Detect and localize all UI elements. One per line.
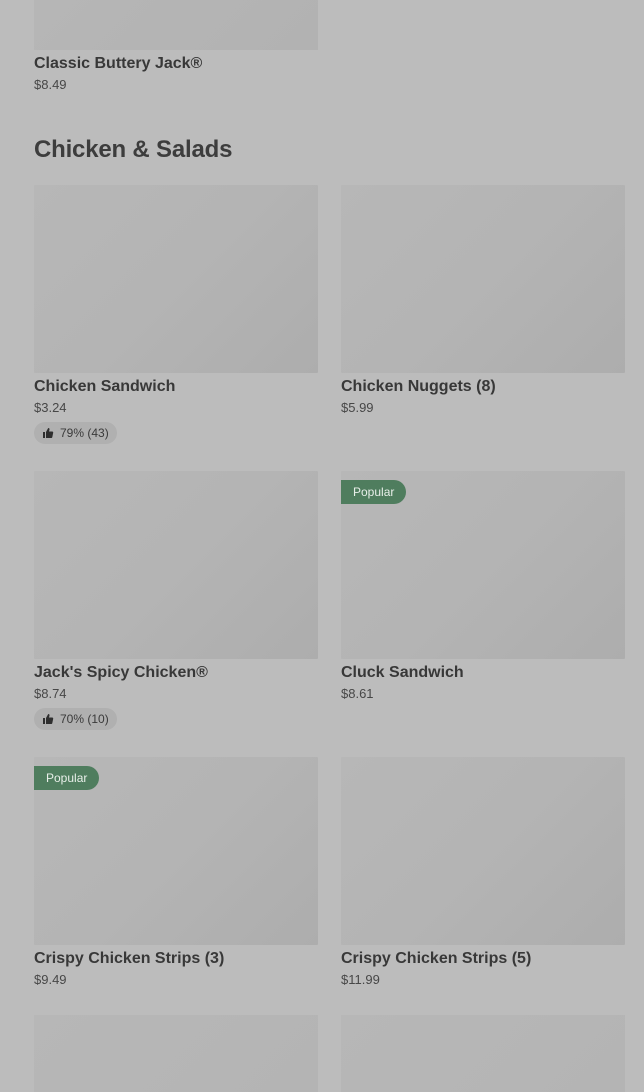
item-image — [34, 185, 318, 373]
item-image: Popular — [341, 471, 625, 659]
item-name: Cluck Sandwich — [341, 664, 464, 681]
menu-item-card[interactable] — [34, 1015, 318, 1092]
item-image — [34, 0, 318, 50]
item-name: Chicken Sandwich — [34, 378, 176, 395]
item-price: $5.99 — [341, 400, 374, 415]
thumbs-up-icon — [43, 428, 54, 438]
item-image — [34, 471, 318, 659]
menu-item-card[interactable] — [341, 1015, 625, 1092]
popular-badge: Popular — [34, 766, 100, 790]
menu-item-card[interactable]: Popular Crispy Chicken Strips (3) $9.49 — [34, 757, 318, 988]
section-title: Chicken & Salads — [34, 136, 233, 163]
rating-text: 79% (43) — [60, 426, 109, 440]
popular-badge: Popular — [341, 480, 407, 504]
item-price: $9.49 — [34, 972, 67, 987]
rating-badge: 70% (10) — [34, 708, 117, 730]
item-price: $8.74 — [34, 686, 67, 701]
item-image — [341, 757, 625, 945]
item-name: Crispy Chicken Strips (3) — [34, 950, 225, 967]
menu-item-classic-buttery-jack[interactable]: Classic Buttery Jack® $8.49 — [34, 0, 318, 93]
item-name: Classic Buttery Jack® — [34, 55, 203, 72]
item-price: $8.61 — [341, 686, 374, 701]
item-name: Chicken Nuggets (8) — [341, 378, 496, 395]
rating-text: 70% (10) — [60, 712, 109, 726]
thumbs-up-icon — [43, 714, 54, 724]
menu-page: Classic Buttery Jack® $8.49 Chicken & Sa… — [0, 0, 644, 1092]
menu-item-card[interactable]: Jack's Spicy Chicken® $8.74 70% (10) — [34, 471, 318, 730]
menu-item-card[interactable]: Popular Cluck Sandwich $8.61 — [341, 471, 625, 702]
item-image: Popular — [34, 757, 318, 945]
rating-badge: 79% (43) — [34, 422, 117, 444]
item-price: $11.99 — [341, 972, 380, 987]
menu-item-card[interactable]: Crispy Chicken Strips (5) $11.99 — [341, 757, 625, 988]
item-name: Crispy Chicken Strips (5) — [341, 950, 532, 967]
menu-item-card[interactable]: Chicken Nuggets (8) $5.99 — [341, 185, 625, 416]
item-price: $8.49 — [34, 77, 67, 92]
item-image — [341, 185, 625, 373]
item-name: Jack's Spicy Chicken® — [34, 664, 208, 681]
menu-item-card[interactable]: Chicken Sandwich $3.24 79% (43) — [34, 185, 318, 444]
item-price: $3.24 — [34, 400, 67, 415]
